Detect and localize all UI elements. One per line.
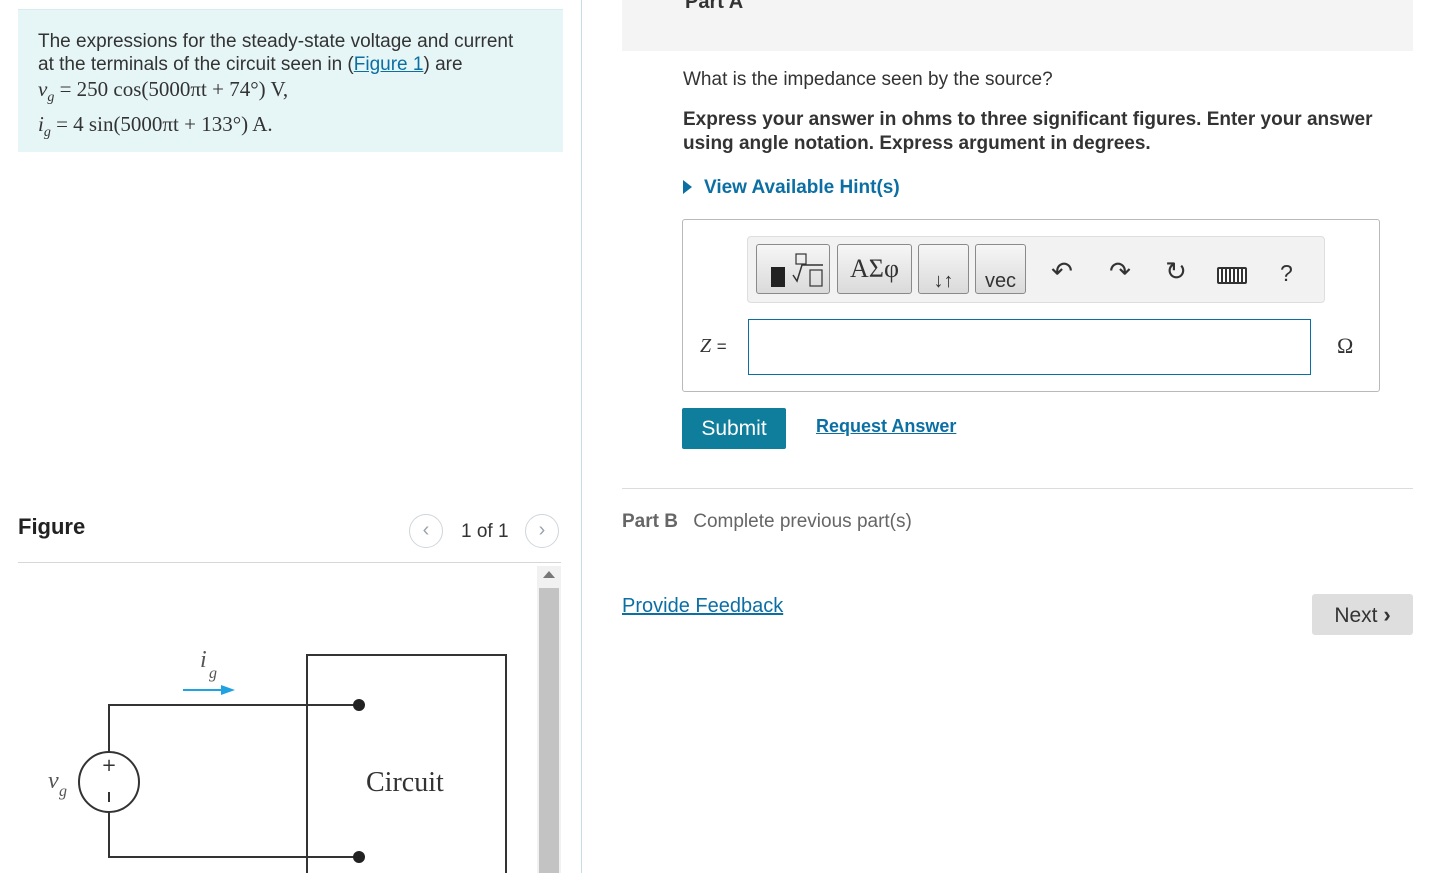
current-label: i: [200, 647, 207, 673]
help-button[interactable]: ?: [1280, 260, 1293, 287]
intro-line-2-suffix: ) are: [423, 54, 463, 75]
redo-icon[interactable]: ↷: [1105, 256, 1135, 286]
voltage-expression: vg = 250 cos(5000πt + 74°) V,: [38, 77, 289, 106]
part-a-header[interactable]: Part A: [622, 0, 1413, 51]
voltage-sub: g: [59, 783, 67, 800]
keyboard-icon[interactable]: [1217, 267, 1247, 284]
plus-sign: +: [101, 755, 116, 776]
bottom-wire: [108, 786, 359, 858]
hint-caret-icon: [683, 180, 692, 194]
greek-symbols-label: ΑΣφ: [850, 254, 899, 283]
problem-statement: The expressions for the steady-state vol…: [18, 9, 563, 152]
figure-pager-text: 1 of 1: [461, 521, 509, 542]
figure-title: Figure: [18, 514, 86, 539]
voltage-label: v: [48, 768, 59, 794]
subscript-button[interactable]: ↓↑: [918, 244, 969, 294]
request-answer-link[interactable]: Request Answer: [816, 416, 956, 437]
current-expression: ig = 4 sin(5000πt + 133°) A.: [38, 112, 273, 141]
vector-button[interactable]: vec: [975, 244, 1026, 294]
top-terminal: [353, 699, 365, 711]
part-b-label: Part B: [622, 511, 678, 532]
intro-line-2: at the terminals of the circuit seen in …: [38, 54, 354, 75]
next-label: Next: [1334, 604, 1378, 627]
answer-label: Z =: [700, 335, 727, 357]
figure-link[interactable]: Figure 1: [354, 54, 424, 75]
provide-feedback-link[interactable]: Provide Feedback: [622, 595, 783, 618]
chevron-right-icon: ›: [1383, 602, 1391, 627]
question-text: What is the impedance seen by the source…: [683, 69, 1053, 90]
part-b-row: Part B Complete previous part(s): [622, 511, 912, 533]
view-hints-toggle[interactable]: View Available Hint(s): [683, 177, 900, 199]
prev-figure-button[interactable]: ‹: [409, 514, 443, 548]
intro-line-1: The expressions for the steady-state vol…: [38, 31, 514, 52]
answer-input[interactable]: [748, 319, 1311, 375]
greek-symbols-button[interactable]: ΑΣφ: [837, 244, 912, 294]
instructions-text: Express your answer in ohms to three sig…: [683, 109, 1373, 154]
current-sub: g: [209, 665, 217, 682]
reset-icon[interactable]: ↻: [1161, 256, 1191, 286]
part-b-status: Complete previous part(s): [693, 511, 912, 532]
figure-rule: [18, 562, 561, 563]
templates-button[interactable]: [756, 244, 830, 294]
scroll-up-arrow-icon[interactable]: [543, 571, 555, 578]
undo-icon[interactable]: ↶: [1047, 256, 1077, 286]
part-b-divider: [622, 488, 1413, 489]
current-arrowhead: [221, 685, 235, 695]
updown-arrows-icon: ↓↑: [933, 270, 954, 292]
next-button[interactable]: Next ›: [1312, 594, 1413, 635]
circuit-figure: + i g v g Circuit: [48, 647, 507, 873]
scrollbar-thumb[interactable]: [539, 588, 559, 873]
problem-intro: The expressions for the steady-state vol…: [38, 30, 543, 76]
column-divider: [581, 0, 582, 873]
circuit-label: Circuit: [366, 767, 444, 798]
next-figure-button[interactable]: ›: [525, 514, 559, 548]
unit-label: Ω: [1337, 333, 1354, 358]
bottom-terminal: [353, 851, 365, 863]
vector-label: vec: [984, 270, 1017, 292]
top-wire: [108, 704, 359, 778]
part-a-title: Part A: [685, 0, 744, 13]
view-hints-label: View Available Hint(s): [704, 177, 900, 198]
submit-button[interactable]: Submit: [682, 408, 786, 449]
templates-icon: [771, 253, 823, 287]
circuit-box: [306, 654, 507, 873]
